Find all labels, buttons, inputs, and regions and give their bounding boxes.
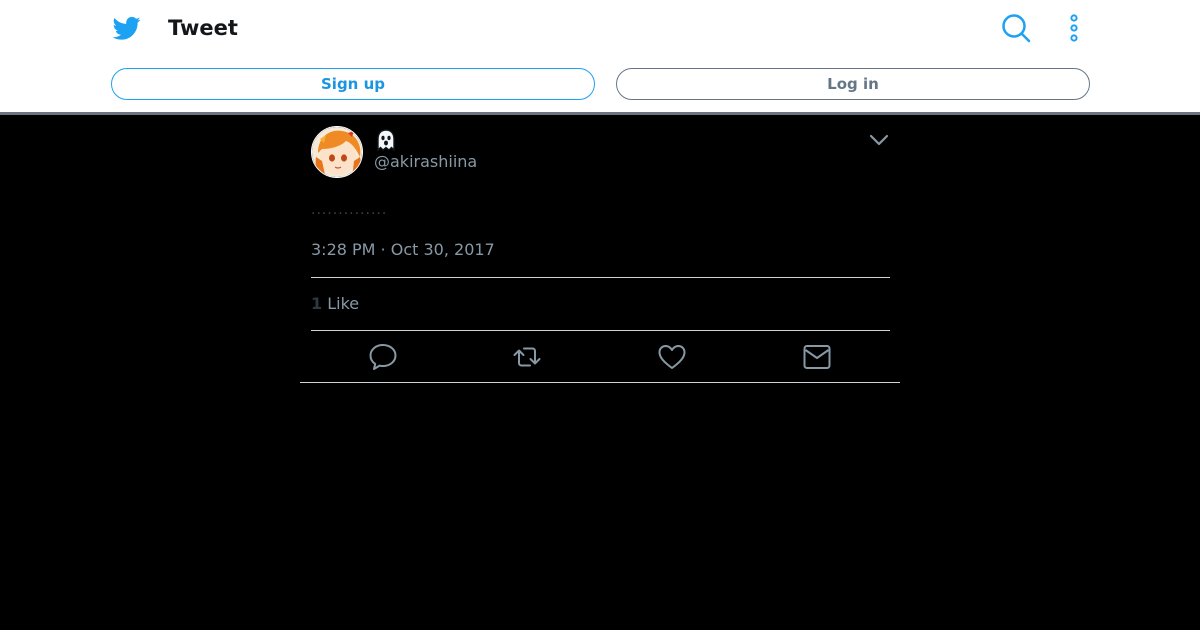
sign-up-button[interactable]: Sign up	[111, 68, 595, 100]
top-bar: Tweet Sign up Log in	[0, 0, 1200, 112]
tweet-timestamp[interactable]: 3:28 PM · Oct 30, 2017	[311, 240, 495, 260]
divider	[311, 330, 890, 331]
like-count: 1	[311, 294, 323, 313]
chevron-down-icon[interactable]	[868, 131, 890, 149]
divider	[311, 277, 890, 278]
log-in-button[interactable]: Log in	[616, 68, 1090, 100]
avatar[interactable]	[311, 126, 363, 178]
retweet-icon[interactable]	[512, 342, 542, 372]
reply-icon[interactable]	[368, 342, 398, 372]
like-label: Like	[327, 294, 360, 313]
ghost-emoji-icon	[377, 129, 395, 152]
divider	[300, 382, 900, 383]
user-handle[interactable]: @akirashiina	[374, 152, 477, 172]
direct-message-icon[interactable]	[802, 342, 832, 372]
like-icon[interactable]	[657, 342, 687, 372]
like-stats[interactable]: 1 Like	[311, 294, 359, 314]
twitter-bird-icon[interactable]	[112, 14, 142, 42]
more-vertical-icon[interactable]	[1064, 12, 1084, 44]
page-title: Tweet	[168, 16, 238, 40]
search-icon[interactable]	[1000, 12, 1032, 44]
header-separator	[0, 112, 1200, 115]
tweet-text: ..............	[311, 202, 388, 218]
